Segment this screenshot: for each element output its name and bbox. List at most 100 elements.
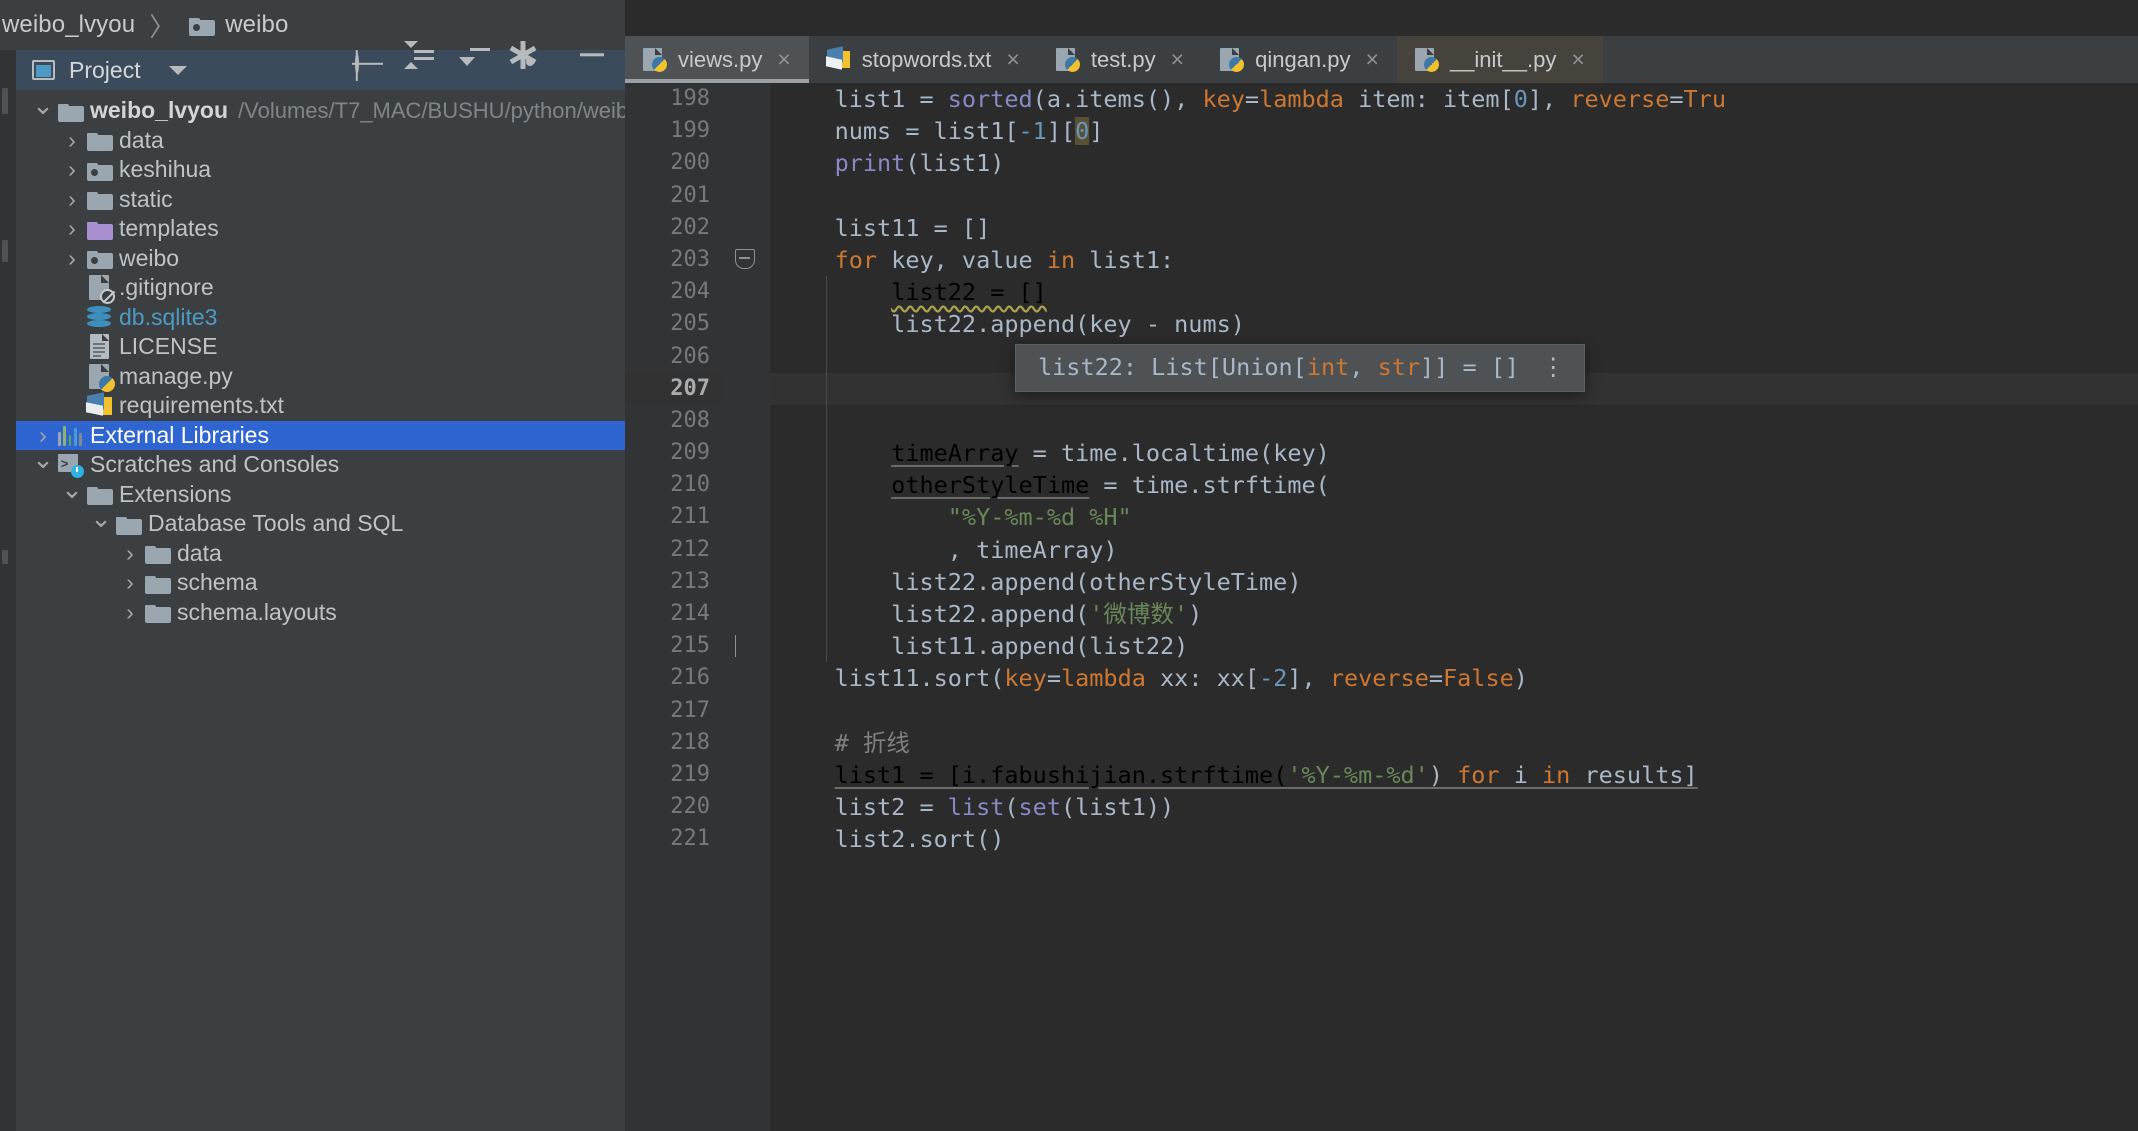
chevron-right-icon[interactable]: › <box>117 599 143 626</box>
project-tree[interactable]: ⌄ weibo_lvyou/Volumes/T7_MAC/BUSHU/python… <box>16 90 704 628</box>
tree-item-weibo-lvyou[interactable]: ⌄ weibo_lvyou/Volumes/T7_MAC/BUSHU/python… <box>16 93 704 126</box>
tree-item-keshihua[interactable]: › keshihua <box>16 155 625 185</box>
line-number: 202 <box>670 214 710 240</box>
line-number: 200 <box>670 150 710 176</box>
chevron-down-icon[interactable]: ⌄ <box>30 93 56 121</box>
folder-module-icon <box>85 160 113 181</box>
tree-item-weibo[interactable]: › weibo <box>16 244 625 274</box>
line-number: 199 <box>670 118 710 144</box>
close-icon[interactable]: × <box>1006 48 1019 71</box>
tree-item-static[interactable]: › static <box>16 185 625 215</box>
fold-minus-icon[interactable] <box>735 249 755 269</box>
chevron-right-icon[interactable]: › <box>59 156 85 183</box>
tree-item-data[interactable]: › data <box>16 126 625 156</box>
editor-tab-label: test.py <box>1090 46 1156 72</box>
python-file-icon <box>641 47 667 72</box>
line-number: 219 <box>670 761 710 787</box>
editor-tab-test-py[interactable]: test.py × <box>1037 36 1203 83</box>
editor-tab-qingan-py[interactable]: qingan.py × <box>1202 36 1397 83</box>
tree-item-scratches-and-consoles[interactable]: ⌄ > Scratches and Consoles <box>16 447 625 480</box>
tree-item-license[interactable]: LICENSE <box>16 332 625 362</box>
tree-item-external-libraries[interactable]: › External Libraries <box>16 420 625 450</box>
code-line: otherStyleTime = time.strftime( <box>770 469 2138 502</box>
code-line: list22.append(key - nums) <box>770 308 2138 341</box>
line-number: 220 <box>670 794 710 820</box>
code-line <box>770 404 2138 438</box>
line-number: 213 <box>670 568 710 594</box>
chevron-right-icon[interactable]: › <box>117 540 143 567</box>
breadcrumb-item-weibo[interactable]: weibo <box>189 11 288 39</box>
fold-end-icon[interactable] <box>735 635 755 657</box>
chevron-right-icon[interactable]: › <box>59 215 85 242</box>
tree-item-label: templates <box>119 215 219 242</box>
editor-tab-label: views.py <box>678 46 763 72</box>
folder-icon <box>56 101 84 122</box>
hide-panel-icon[interactable] <box>579 55 609 85</box>
folder-icon <box>85 484 113 506</box>
tree-item-gitignore[interactable]: .gitignore <box>16 273 625 305</box>
collapse-all-icon[interactable] <box>459 48 497 85</box>
python-file-icon <box>1413 47 1439 72</box>
code-line: for key, value in list1: <box>834 245 1175 274</box>
breadcrumb-separator: 〉 <box>149 11 176 42</box>
close-icon[interactable]: × <box>1571 48 1584 71</box>
tree-item-data[interactable]: › data <box>16 539 625 569</box>
type-hint-popup[interactable]: list22: List[Union[int, str]] = [] ⋮ <box>1015 344 1586 392</box>
requirements-file-icon <box>85 391 113 418</box>
tree-item-templates[interactable]: › templates <box>16 214 625 244</box>
tree-item-schema[interactable]: › schema <box>16 568 625 598</box>
tree-item-schema-layouts[interactable]: › schema.layouts <box>16 598 625 628</box>
editor-tab-init-py[interactable]: __init__.py × <box>1396 36 1603 83</box>
folder-icon <box>114 514 142 535</box>
tree-item-database-tools-and-sql[interactable]: ⌄ Database Tools and SQL <box>16 506 625 539</box>
code-line: list2.sort() <box>778 825 1005 854</box>
line-number: 211 <box>670 504 710 530</box>
folder-icon <box>143 543 171 565</box>
strip-mark-favorites[interactable] <box>2 550 8 564</box>
breadcrumb-item-project[interactable]: weibo_lvyou <box>2 11 135 39</box>
close-icon[interactable]: × <box>777 48 790 71</box>
chevron-right-icon[interactable]: › <box>59 127 85 154</box>
requirements-file-icon <box>825 45 851 72</box>
expand-all-icon[interactable] <box>404 41 441 85</box>
code-folding-gutter[interactable] <box>722 83 770 1131</box>
line-number: 218 <box>670 729 710 755</box>
code-editor[interactable]: 198 199 200 201 202 203 204 205 206 207 208 209 210 2… <box>625 83 2138 1131</box>
strip-mark-structure[interactable] <box>2 240 8 262</box>
line-number: 204 <box>670 279 710 305</box>
more-vertical-icon[interactable]: ⋮ <box>1541 354 1566 379</box>
tree-item-manage-py[interactable]: manage.py <box>16 362 625 392</box>
chevron-down-icon[interactable]: ⌄ <box>88 506 114 534</box>
line-number: 209 <box>670 440 710 466</box>
editor-tab-views-py[interactable]: views.py × <box>625 36 809 83</box>
editor-area: views.py × stopwords.txt × test.py × qingan.py… <box>625 0 2138 1131</box>
editor-tab-stopwords-txt[interactable]: stopwords.txt × <box>808 36 1038 83</box>
code-content[interactable]: list1 = sorted(a.items(), key=lambda ite… <box>770 83 2138 1131</box>
line-number: 216 <box>670 665 710 691</box>
folder-icon <box>85 130 113 152</box>
code-line: list11.sort(key=lambda xx: xx[-2], rever… <box>778 664 1528 693</box>
chevron-right-icon[interactable]: › <box>59 186 85 213</box>
tree-item-db-sqlite3[interactable]: db.sqlite3 <box>16 303 625 333</box>
tree-item-label: weibo_lvyou <box>90 97 229 124</box>
left-tool-window-strip[interactable] <box>0 50 16 1131</box>
editor-tab-bar[interactable]: views.py × stopwords.txt × test.py × qingan.py… <box>625 36 2138 83</box>
close-icon[interactable]: × <box>1171 48 1184 71</box>
chevron-down-icon[interactable] <box>168 65 187 75</box>
chevron-right-icon[interactable]: › <box>59 245 85 272</box>
line-number: 208 <box>670 407 710 433</box>
chevron-right-icon[interactable]: › <box>117 569 143 596</box>
close-icon[interactable]: × <box>1366 48 1379 71</box>
line-number: 207 <box>625 372 722 405</box>
line-number: 214 <box>670 601 710 626</box>
settings-gear-icon[interactable] <box>509 41 553 85</box>
chevron-down-icon[interactable]: ⌄ <box>30 447 56 475</box>
code-line: list22.append('微博数') <box>770 598 2138 631</box>
code-line: list1 = [i.fabushijian.strftime('%Y-%m-%… <box>834 760 1698 789</box>
chevron-down-icon[interactable]: ⌄ <box>59 476 85 505</box>
strip-mark-project[interactable] <box>2 88 8 114</box>
select-opened-file-icon[interactable] <box>355 53 385 85</box>
python-file-icon <box>85 363 115 392</box>
tree-item-requirements-txt[interactable]: requirements.txt <box>16 391 625 421</box>
